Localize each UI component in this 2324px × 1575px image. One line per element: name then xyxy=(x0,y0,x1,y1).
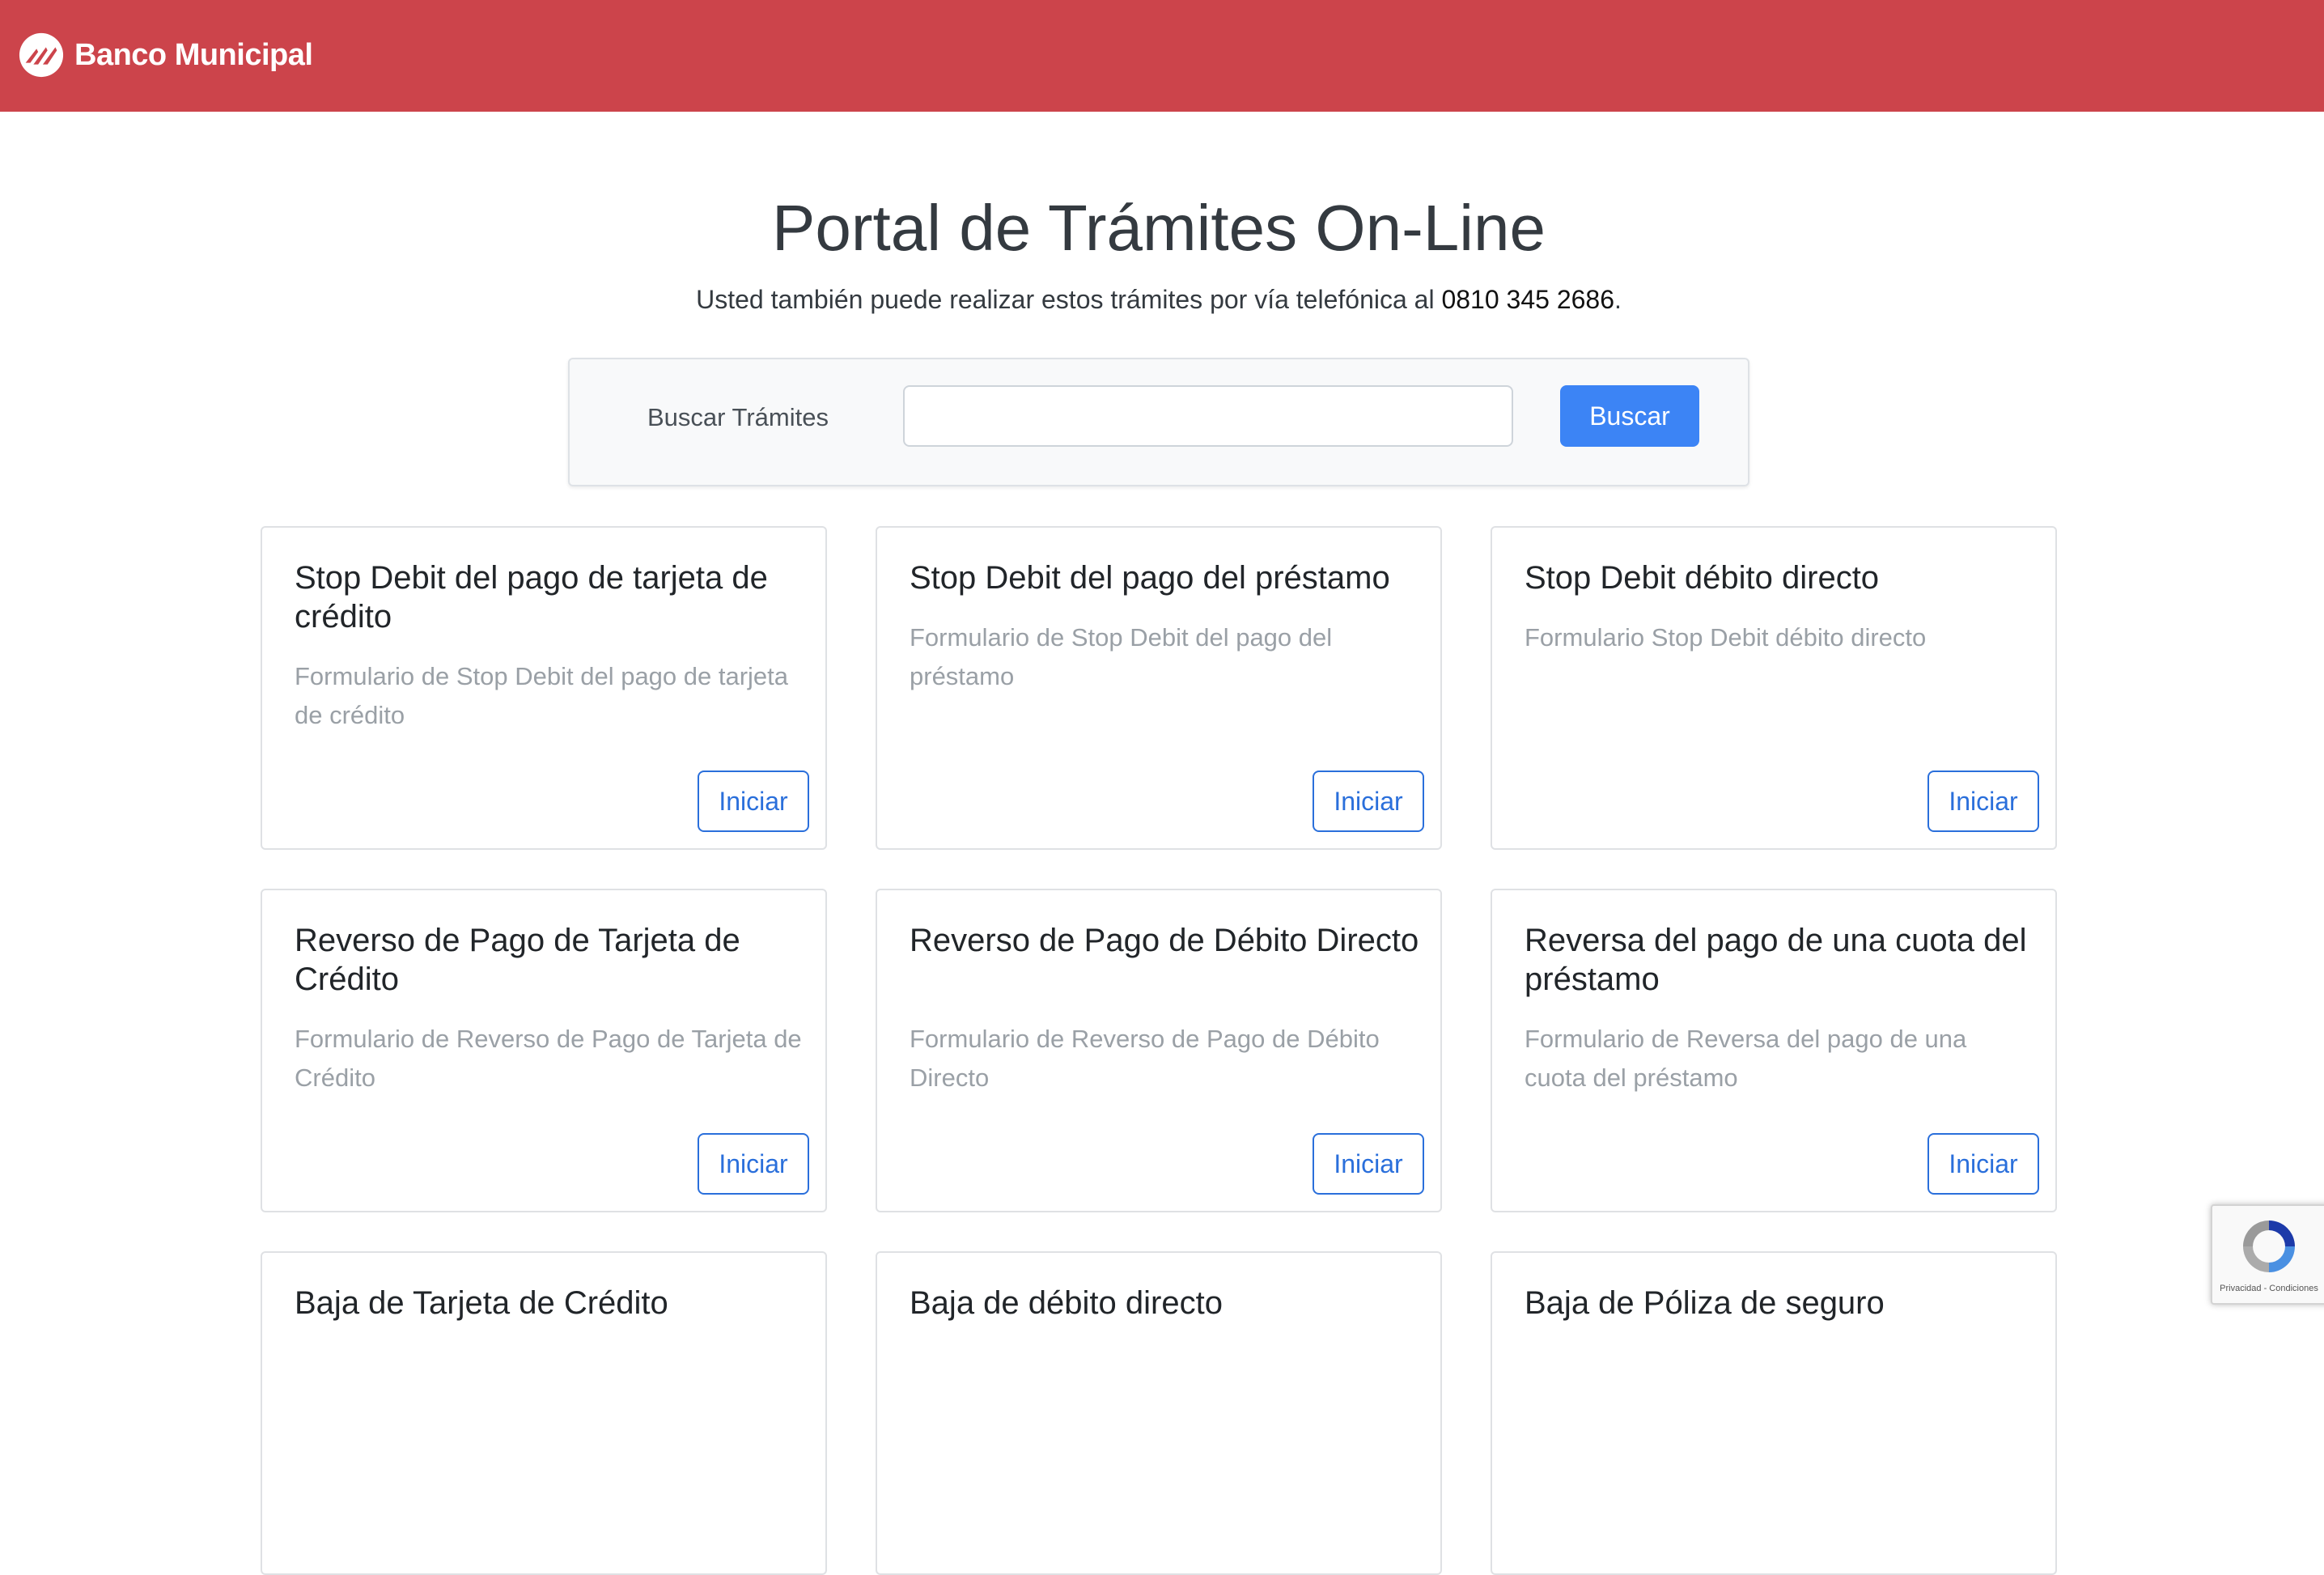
search-label: Buscar Trámites xyxy=(647,403,829,431)
search-input[interactable] xyxy=(903,385,1513,447)
brand-link[interactable]: Banco Municipal xyxy=(18,31,313,79)
iniciar-button[interactable]: Iniciar xyxy=(1313,1133,1424,1195)
card-baja-debito-directo: Baja de débito directo xyxy=(876,1251,1442,1575)
card-description: Formulario de Stop Debit del pago de tar… xyxy=(295,662,789,729)
search-button[interactable]: Buscar xyxy=(1560,385,1699,447)
card-title: Baja de Tarjeta de Crédito xyxy=(295,1285,668,1321)
recaptcha-badge[interactable]: Privacidad - Condiciones xyxy=(2211,1204,2324,1305)
iniciar-button[interactable]: Iniciar xyxy=(1313,771,1424,832)
iniciar-button[interactable]: Iniciar xyxy=(698,771,809,832)
iniciar-button[interactable]: Iniciar xyxy=(1927,1133,2039,1195)
card-reverso-debito-directo: Reverso de Pago de Débito Directo Formul… xyxy=(876,889,1442,1212)
card-title: Reverso de Pago de Tarjeta de Crédito xyxy=(295,923,740,997)
page-title: Portal de Trámites On-Line xyxy=(772,192,1546,264)
card-baja-poliza-seguro: Baja de Póliza de seguro xyxy=(1491,1251,2057,1575)
recaptcha-links[interactable]: Privacidad - Condiciones xyxy=(2212,1284,2324,1293)
card-title: Stop Debit del pago del préstamo xyxy=(910,560,1390,596)
card-title: Stop Debit del pago de tarjeta de crédit… xyxy=(295,560,768,635)
card-description: Formulario de Reverso de Pago de Débito … xyxy=(910,1025,1380,1092)
card-description: Formulario de Reversa del pago de una cu… xyxy=(1525,1025,1967,1092)
card-reverso-tarjeta: Reverso de Pago de Tarjeta de Crédito Fo… xyxy=(261,889,827,1212)
phone-number: 0810 345 2686 xyxy=(1441,285,1614,314)
card-title: Reversa del pago de una cuota del présta… xyxy=(1525,923,2027,997)
card-description: Formulario de Reverso de Pago de Tarjeta… xyxy=(295,1025,802,1092)
subtitle-suffix: . xyxy=(1614,285,1622,314)
card-reversa-cuota-prestamo: Reversa del pago de una cuota del présta… xyxy=(1491,889,2057,1212)
card-title: Baja de Póliza de seguro xyxy=(1525,1285,1885,1321)
banco-municipal-logo-icon xyxy=(19,32,64,78)
iniciar-button[interactable]: Iniciar xyxy=(1927,771,2039,832)
card-stop-debit-tarjeta: Stop Debit del pago de tarjeta de crédit… xyxy=(261,526,827,850)
search-panel: Buscar Trámites Buscar xyxy=(568,358,1749,486)
card-stop-debit-prestamo: Stop Debit del pago del préstamo Formula… xyxy=(876,526,1442,850)
top-navbar: Banco Municipal xyxy=(0,0,2324,112)
page-subtitle: Usted también puede realizar estos trámi… xyxy=(0,282,2318,317)
recaptcha-icon xyxy=(2243,1221,2295,1272)
brand-name: Banco Municipal xyxy=(74,37,313,72)
subtitle-text: Usted también puede realizar estos trámi… xyxy=(696,285,1442,314)
iniciar-button[interactable]: Iniciar xyxy=(698,1133,809,1195)
card-title: Stop Debit débito directo xyxy=(1525,560,1880,596)
card-baja-tarjeta: Baja de Tarjeta de Crédito xyxy=(261,1251,827,1575)
card-description: Formulario Stop Debit débito directo xyxy=(1525,623,1927,652)
card-description: Formulario de Stop Debit del pago del pr… xyxy=(910,623,1333,690)
card-title: Baja de débito directo xyxy=(910,1285,1223,1321)
card-title: Reverso de Pago de Débito Directo xyxy=(910,923,1419,958)
card-stop-debit-debito-directo: Stop Debit débito directo Formulario Sto… xyxy=(1491,526,2057,850)
